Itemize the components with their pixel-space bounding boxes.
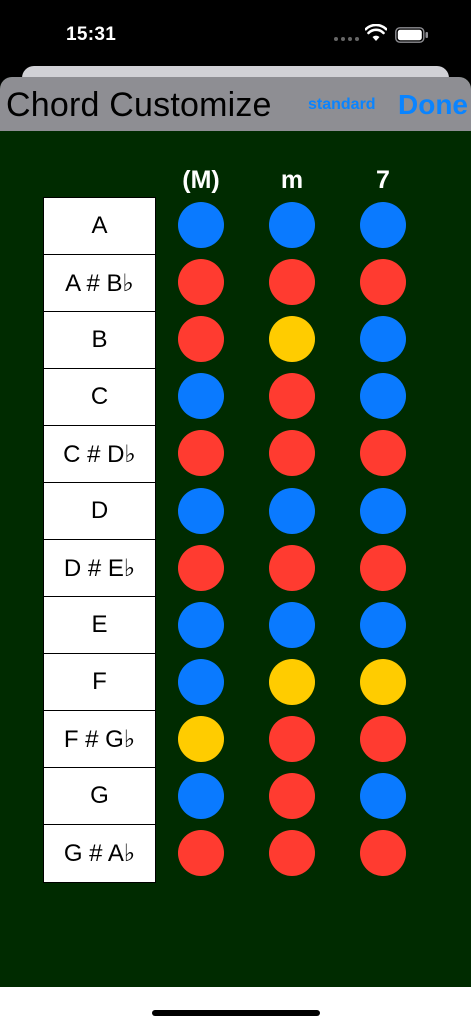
chord-cell[interactable]: B xyxy=(44,312,155,369)
color-dot-minor[interactable] xyxy=(269,773,315,819)
chord-cell[interactable]: G xyxy=(44,768,155,825)
column-header-seventh: 7 xyxy=(376,166,390,194)
color-dot-seventh[interactable] xyxy=(360,373,406,420)
color-dot-minor[interactable] xyxy=(269,830,315,877)
color-dot-seventh[interactable] xyxy=(360,658,406,705)
column-header-major: (M) xyxy=(182,166,220,194)
chord-cell[interactable]: F xyxy=(44,654,155,711)
color-dot-seventh[interactable] xyxy=(360,715,406,762)
battery-icon xyxy=(395,27,428,43)
navigation-bar: Chord Customize standard Done xyxy=(0,77,471,131)
chord-cell[interactable]: D # E♭ xyxy=(44,540,155,597)
color-dot-major[interactable] xyxy=(178,601,224,648)
color-dot-major[interactable] xyxy=(178,715,224,762)
chord-cell[interactable]: A xyxy=(44,198,155,255)
color-dot-seventh[interactable] xyxy=(360,773,406,819)
color-dot-minor[interactable] xyxy=(269,487,315,534)
color-dot-minor[interactable] xyxy=(269,430,315,477)
chord-list: A A # B♭ B C C # D♭ D D # E♭ E F F # G♭ … xyxy=(43,197,156,883)
chord-cell[interactable]: E xyxy=(44,597,155,654)
wifi-icon xyxy=(365,24,387,41)
color-dot-major[interactable] xyxy=(178,830,224,877)
color-dot-seventh[interactable] xyxy=(360,259,406,306)
chord-cell[interactable]: A # B♭ xyxy=(44,255,155,312)
chord-customize-sheet: Chord Customize standard Done (M) m 7 A … xyxy=(0,77,471,987)
color-dot-minor[interactable] xyxy=(269,316,315,363)
chord-cell[interactable]: D xyxy=(44,483,155,540)
color-dot-seventh[interactable] xyxy=(360,544,406,591)
color-dot-major[interactable] xyxy=(178,202,224,248)
color-dot-major[interactable] xyxy=(178,544,224,591)
done-button[interactable]: Done xyxy=(398,89,468,121)
color-dot-major[interactable] xyxy=(178,259,224,306)
color-dot-major[interactable] xyxy=(178,316,224,363)
color-dot-seventh[interactable] xyxy=(360,601,406,648)
chord-cell[interactable]: C # D♭ xyxy=(44,426,155,483)
chord-cell[interactable]: C xyxy=(44,369,155,426)
color-dot-seventh[interactable] xyxy=(360,487,406,534)
home-indicator[interactable] xyxy=(152,1010,320,1016)
chord-cell[interactable]: G # A♭ xyxy=(44,825,155,882)
color-dot-major[interactable] xyxy=(178,773,224,819)
color-dot-minor[interactable] xyxy=(269,202,315,248)
color-dot-seventh[interactable] xyxy=(360,830,406,877)
color-dot-seventh[interactable] xyxy=(360,316,406,363)
home-indicator-area xyxy=(0,987,471,1024)
color-dot-seventh[interactable] xyxy=(360,202,406,248)
standard-button[interactable]: standard xyxy=(308,96,376,114)
chord-cell[interactable]: F # G♭ xyxy=(44,711,155,768)
column-header-minor: m xyxy=(280,166,304,194)
color-dot-minor[interactable] xyxy=(269,658,315,705)
color-dot-minor[interactable] xyxy=(269,601,315,648)
color-dot-minor[interactable] xyxy=(269,373,315,420)
status-bar: 15:31 xyxy=(0,0,471,64)
color-dot-major[interactable] xyxy=(178,658,224,705)
color-dot-major[interactable] xyxy=(178,487,224,534)
cellular-signal-icon xyxy=(334,37,359,41)
color-dot-seventh[interactable] xyxy=(360,430,406,477)
color-dot-minor[interactable] xyxy=(269,544,315,591)
color-dot-minor[interactable] xyxy=(269,715,315,762)
page-title: Chord Customize xyxy=(6,86,272,124)
status-time: 15:31 xyxy=(66,24,117,45)
color-dot-minor[interactable] xyxy=(269,259,315,306)
color-dot-major[interactable] xyxy=(178,430,224,477)
color-dot-major[interactable] xyxy=(178,373,224,420)
